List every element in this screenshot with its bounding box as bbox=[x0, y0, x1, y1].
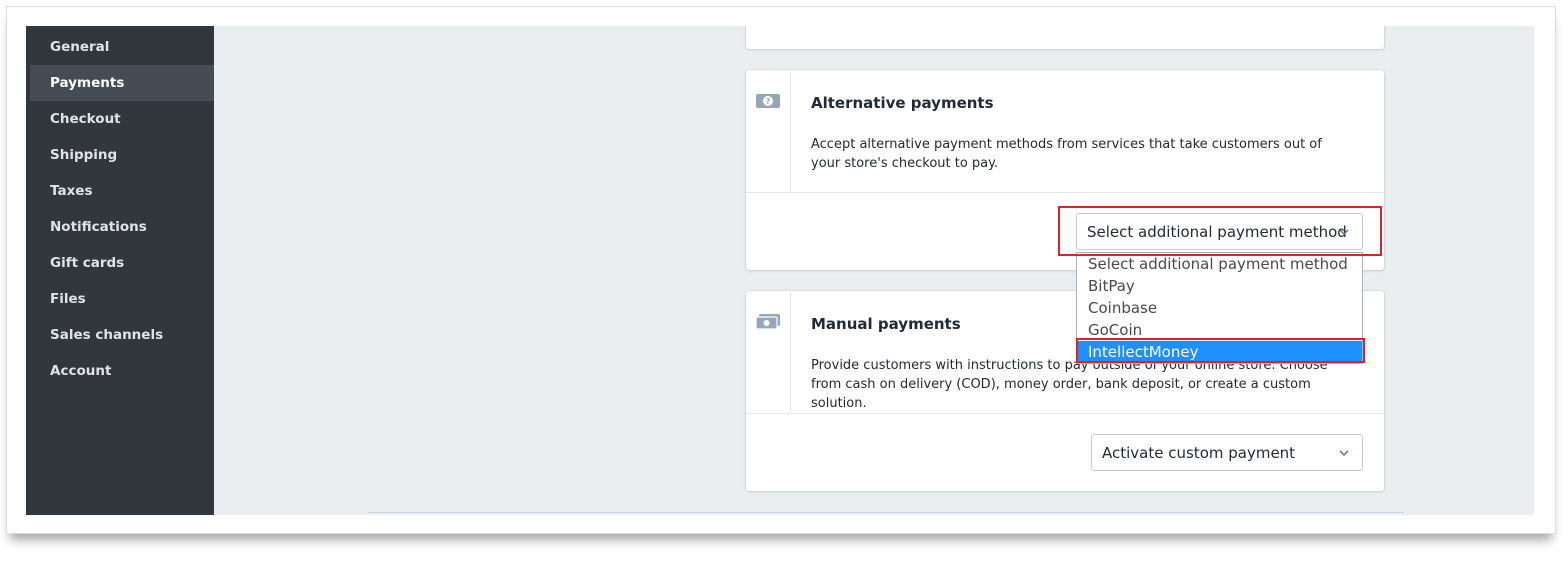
dropdown-option-coinbase[interactable]: Coinbase bbox=[1077, 297, 1362, 319]
manual-payments-title: Manual payments bbox=[811, 315, 961, 333]
dropdown-option-intellectmoney[interactable]: IntellectMoney bbox=[1077, 341, 1362, 363]
svg-text:?: ? bbox=[766, 97, 771, 106]
cash-icon bbox=[756, 314, 780, 330]
dropdown-option[interactable]: Select additional payment method bbox=[1077, 253, 1362, 275]
activate-custom-payment-select[interactable]: Activate custom payment bbox=[1091, 434, 1363, 471]
alternative-payments-header: ? Alternative payments Accept alternativ… bbox=[746, 70, 1384, 193]
sidebar-item-notifications[interactable]: Notifications bbox=[30, 209, 214, 245]
additional-payment-method-select[interactable]: Select additional payment method bbox=[1076, 213, 1363, 250]
additional-payment-method-value: Select additional payment method bbox=[1087, 222, 1347, 241]
content-divider bbox=[368, 512, 1404, 513]
sidebar-item-payments[interactable]: Payments bbox=[30, 65, 214, 101]
previous-payment-card bbox=[746, 26, 1384, 49]
sidebar-item-shipping[interactable]: Shipping bbox=[30, 137, 214, 173]
dropdown-option-bitpay[interactable]: BitPay bbox=[1077, 275, 1362, 297]
question-card-icon: ? bbox=[756, 94, 780, 108]
alternative-icon-column: ? bbox=[746, 70, 791, 192]
chevron-down-icon bbox=[1339, 229, 1349, 236]
alternative-payments-description: Accept alternative payment methods from … bbox=[811, 137, 1322, 171]
dropdown-option-gocoin[interactable]: GoCoin bbox=[1077, 319, 1362, 341]
alternative-payments-card: ? Alternative payments Accept alternativ… bbox=[746, 70, 1384, 270]
sidebar-item-gift-cards[interactable]: Gift cards bbox=[30, 245, 214, 281]
sidebar-item-taxes[interactable]: Taxes bbox=[30, 173, 214, 209]
payment-method-dropdown-list: Select additional payment method BitPay … bbox=[1076, 252, 1363, 364]
chevron-down-icon bbox=[1339, 450, 1349, 457]
manual-icon-column bbox=[746, 291, 791, 413]
settings-app: General Payments Checkout Shipping Taxes… bbox=[26, 26, 1534, 515]
manual-payments-description: Provide customers with instructions to p… bbox=[811, 358, 1328, 411]
alternative-payments-title: Alternative payments bbox=[811, 94, 994, 112]
sidebar-item-sales-channels[interactable]: Sales channels bbox=[30, 317, 214, 353]
sidebar-item-account[interactable]: Account bbox=[30, 353, 214, 389]
sidebar-item-general[interactable]: General bbox=[30, 29, 214, 65]
sidebar-item-files[interactable]: Files bbox=[30, 281, 214, 317]
sidebar-item-checkout[interactable]: Checkout bbox=[30, 101, 214, 137]
activate-custom-payment-value: Activate custom payment bbox=[1102, 443, 1296, 462]
settings-sidebar: General Payments Checkout Shipping Taxes… bbox=[26, 26, 214, 515]
